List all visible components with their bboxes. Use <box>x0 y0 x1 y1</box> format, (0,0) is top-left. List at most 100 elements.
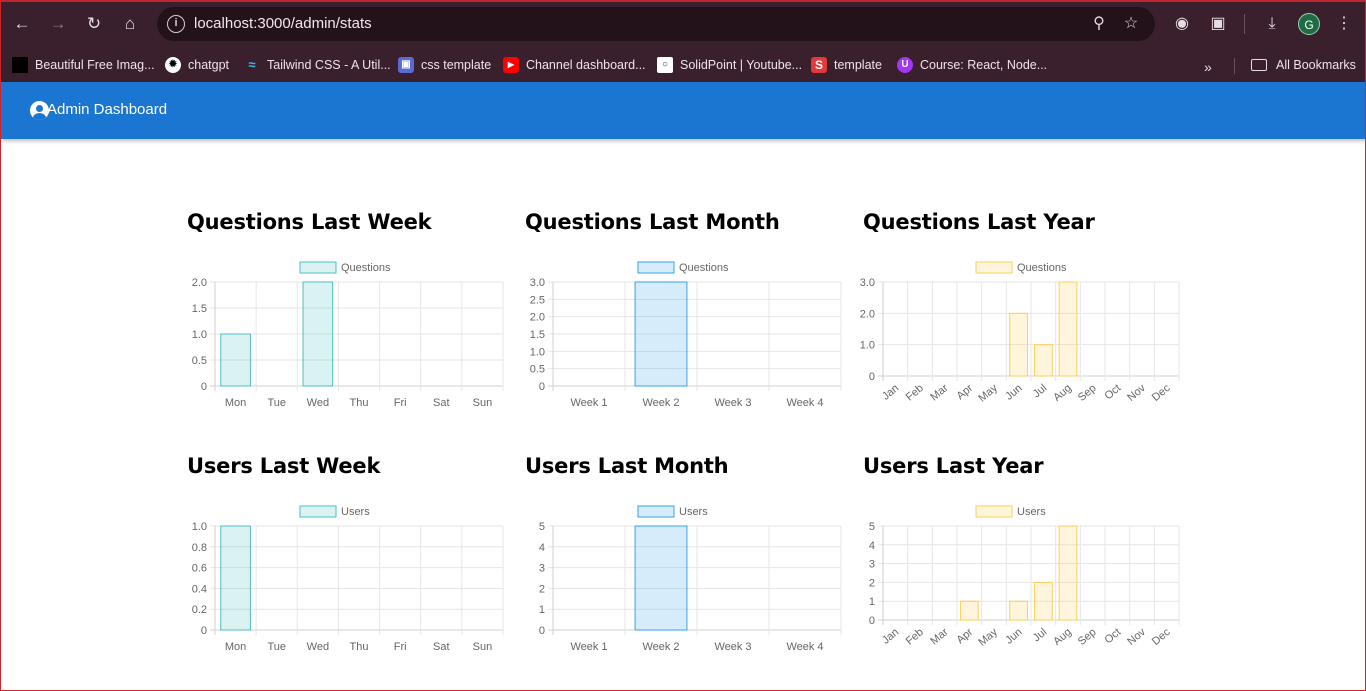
y-tick-label: 1.0 <box>192 329 207 341</box>
chart-users-year: Users 0 1 2 3 4 5 Jan Feb Mar Apr May Jun Jul Aug Sep Oc… <box>869 505 1180 649</box>
y-tick-label: 1.0 <box>192 521 207 533</box>
chart-title: Users Last Month <box>525 454 729 478</box>
bookmark-item[interactable]: ▶ Channel dashboard... <box>503 54 646 76</box>
y-tick-label: 0 <box>539 381 545 393</box>
x-tick-label: Sun <box>473 397 493 409</box>
bookmarks-divider <box>1234 58 1235 74</box>
y-tick-label: 0.5 <box>530 364 545 376</box>
bookmark-item[interactable]: ▣ css template <box>398 54 491 76</box>
y-tick-label: 1.5 <box>192 303 207 315</box>
chart-panel-users-year: Users Last Year Users 0 1 2 3 4 5 Jan Feb Mar Apr M… <box>863 454 1193 649</box>
tailwind-icon: ≈ <box>248 57 256 72</box>
bookmark-item[interactable]: U Course: React, Node... <box>897 54 1047 76</box>
x-tick-label: Fri <box>394 397 407 409</box>
x-tick-label: Jun <box>1003 626 1024 647</box>
app-title: Admin Dashboard <box>47 101 168 118</box>
zoom-icon[interactable]: ⚲ <box>1088 13 1110 35</box>
extension-puzzle-icon[interactable]: ◉ <box>1170 12 1194 36</box>
legend-label: Questions <box>341 262 391 274</box>
window-edge <box>1 0 1365 2</box>
back-icon[interactable]: ← <box>10 12 34 36</box>
bookmark-item[interactable]: ≈ Tailwind CSS - A Util... <box>244 54 391 76</box>
y-tick-label: 2 <box>539 583 545 595</box>
bookmark-item[interactable]: ○ SolidPoint | Youtube... <box>657 54 802 76</box>
bookmark-item[interactable]: ✹ chatgpt <box>165 54 229 76</box>
address-bar[interactable]: i localhost:3000/admin/stats ⚲ ☆ <box>157 7 1155 41</box>
x-tick-label: Week 2 <box>642 397 679 409</box>
solidpoint-icon: ○ <box>657 57 673 73</box>
x-tick-label: Feb <box>904 382 926 403</box>
x-tick-label: Tue <box>267 641 286 653</box>
legend-label: Questions <box>1017 262 1067 274</box>
chart-title: Questions Last Year <box>863 210 1095 234</box>
y-tick-label: 3.0 <box>860 277 875 289</box>
y-tick-label: 0 <box>539 625 545 637</box>
bookmark-star-icon[interactable]: ☆ <box>1120 13 1142 35</box>
x-tick-label: Mon <box>225 397 246 409</box>
x-tick-label: Sat <box>433 397 450 409</box>
bookmark-label: Tailwind CSS - A Util... <box>267 58 391 72</box>
chart-bar <box>302 281 334 387</box>
x-tick-label: Aug <box>1051 382 1074 404</box>
x-tick-label: Jun <box>1003 382 1024 403</box>
x-tick-label: Oct <box>1102 382 1123 402</box>
chart-bar <box>1009 312 1029 377</box>
legend-label: Questions <box>679 262 729 274</box>
bookmark-label: SolidPoint | Youtube... <box>680 58 803 72</box>
site-info-icon[interactable]: i <box>167 15 185 33</box>
home-icon[interactable]: ⌂ <box>118 12 142 36</box>
x-tick-label: Week 4 <box>786 641 823 653</box>
x-tick-label: Fri <box>394 641 407 653</box>
bookmark-item[interactable]: S template <box>811 54 882 76</box>
y-tick-label: 0 <box>201 381 207 393</box>
x-tick-label: Week 1 <box>570 397 607 409</box>
forward-icon[interactable]: → <box>46 12 70 36</box>
bookmarks-overflow-icon[interactable]: » <box>1204 59 1212 75</box>
extensions-icon[interactable]: ▣ <box>1206 12 1230 36</box>
x-tick-label: Mar <box>928 626 950 648</box>
chart-bar <box>1009 600 1029 621</box>
legend-swatch <box>637 261 675 274</box>
toolbar-divider <box>1244 14 1245 34</box>
y-tick-label: 3 <box>869 559 875 571</box>
chart-title: Questions Last Month <box>525 210 780 234</box>
y-tick-label: 5 <box>539 521 545 533</box>
download-icon[interactable]: ⤓ <box>1260 12 1284 36</box>
chart-panel-questions-year: Questions Last Year Questions 0 1.0 2.0 3.0 J… <box>860 210 1193 405</box>
y-tick-label: 1 <box>869 596 875 608</box>
legend-swatch <box>299 505 337 518</box>
legend-swatch <box>299 261 337 274</box>
browser-window: ← → ↻ ⌂ i localhost:3000/admin/stats ⚲ ☆… <box>0 0 1366 691</box>
x-tick-label: May <box>976 382 1000 405</box>
x-tick-label: Week 3 <box>714 641 751 653</box>
chart-bar <box>634 281 688 387</box>
chart-bar <box>959 600 979 621</box>
reload-icon[interactable]: ↻ <box>82 12 106 36</box>
chart-panel-users-week: Users Last Week Users 0 0.2 0.4 0.6 0.8 1.0 Mon… <box>187 454 517 653</box>
menu-kebab-icon[interactable]: ⋮ <box>1332 12 1356 36</box>
x-tick-label: Jul <box>1031 382 1049 400</box>
legend-label: Users <box>679 506 708 518</box>
chart-questions-month: Questions 0 0.5 1.0 1.5 2.0 2.5 3.0 Week 1 Week 2… <box>530 261 842 409</box>
udemy-icon: U <box>897 57 913 73</box>
y-tick-label: 2.0 <box>530 312 545 324</box>
chart-panel-questions-week: Questions Last Week Questions 0 0.5 1.0 1.5 2… <box>187 210 517 409</box>
all-bookmarks-button[interactable]: All Bookmarks <box>1251 54 1356 76</box>
x-tick-label: Week 2 <box>642 641 679 653</box>
chart-bar <box>1033 344 1053 377</box>
y-tick-label: 0 <box>201 625 207 637</box>
bookmarks-bar: Beautiful Free Imag... ✹ chatgpt ≈ Tailw… <box>1 48 1365 82</box>
x-tick-label: Sun <box>473 641 493 653</box>
y-tick-label: 0 <box>869 371 875 383</box>
profile-avatar[interactable]: G <box>1298 13 1320 35</box>
chart-panel-questions-month: Questions Last Month Questions 0 0.5 1.0 1.5… <box>525 210 855 409</box>
chart-bar <box>634 525 688 631</box>
chart-title: Users Last Year <box>863 454 1044 478</box>
address-url[interactable]: localhost:3000/admin/stats <box>194 15 372 32</box>
bookmark-label: Channel dashboard... <box>526 58 646 72</box>
bookmark-item[interactable]: Beautiful Free Imag... <box>12 54 155 76</box>
all-bookmarks-label: All Bookmarks <box>1276 58 1356 72</box>
bookmark-label: Beautiful Free Imag... <box>35 58 155 72</box>
x-tick-label: Week 4 <box>786 397 823 409</box>
x-tick-label: Dec <box>1150 382 1173 404</box>
